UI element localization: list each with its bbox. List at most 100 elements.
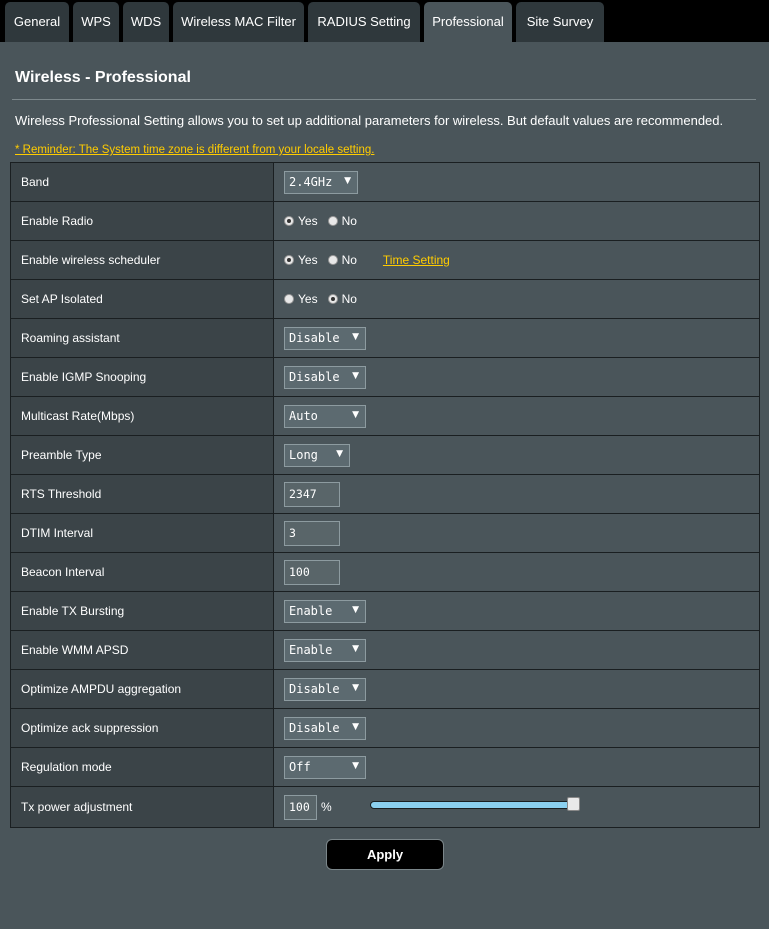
wmm-apsd-select[interactable]: Enable ▼ — [284, 638, 366, 662]
timezone-reminder-link[interactable]: * Reminder: The System time zone is diff… — [15, 144, 374, 156]
apply-button[interactable]: Apply — [326, 839, 444, 870]
beacon-label: Beacon Interval — [11, 553, 274, 591]
igmp-label: Enable IGMP Snooping — [11, 358, 274, 396]
dtim-interval-input[interactable]: 3 — [284, 520, 340, 546]
ap-isolated-label: Set AP Isolated — [11, 280, 274, 318]
radio-no-label: No — [341, 214, 357, 228]
ack-value: Disable — [289, 721, 340, 735]
rts-label: RTS Threshold — [11, 475, 274, 513]
multicast-value: Auto — [289, 409, 318, 423]
row-dtim: DTIM Interval 3 — [11, 514, 759, 553]
ampdu-label: Optimize AMPDU aggregation — [11, 670, 274, 708]
scheduler-no[interactable]: No — [327, 253, 357, 267]
beacon-interval-input[interactable]: 100 — [284, 559, 340, 585]
scheduler-yes[interactable]: Yes — [284, 253, 318, 267]
radio-yes-label: Yes — [298, 253, 318, 267]
preamble-select[interactable]: Long ▼ — [284, 443, 350, 467]
multicast-select[interactable]: Auto ▼ — [284, 404, 366, 428]
rts-threshold-input[interactable]: 2347 — [284, 481, 340, 507]
settings-panel: Wireless - Professional Wireless Profess… — [0, 42, 769, 929]
row-tx-power: Tx power adjustment 100 % — [11, 787, 759, 827]
igmp-select[interactable]: Disable ▼ — [284, 365, 366, 389]
radio-unchecked-icon — [284, 294, 294, 304]
row-tx-bursting: Enable TX Bursting Enable ▼ — [11, 592, 759, 631]
enable-radio-yes[interactable]: Yes — [284, 214, 318, 228]
row-regulation: Regulation mode Off ▼ — [11, 748, 759, 787]
chevron-down-icon: ▼ — [352, 604, 359, 615]
preamble-label: Preamble Type — [11, 436, 274, 474]
tab-wps[interactable]: WPS — [73, 2, 119, 42]
roaming-select[interactable]: Disable ▼ — [284, 326, 366, 350]
chevron-down-icon: ▼ — [352, 409, 359, 420]
time-setting-link[interactable]: Time Setting — [383, 253, 450, 267]
radio-checked-icon — [284, 255, 294, 265]
tx-bursting-value: Enable — [289, 604, 333, 618]
ack-select[interactable]: Disable ▼ — [284, 716, 366, 740]
roaming-value: Disable — [289, 331, 340, 345]
chevron-down-icon: ▼ — [344, 175, 351, 186]
row-beacon: Beacon Interval 100 — [11, 553, 759, 592]
tab-radius-setting[interactable]: RADIUS Setting — [308, 2, 420, 42]
row-rts: RTS Threshold 2347 — [11, 475, 759, 514]
radio-no-label: No — [341, 253, 357, 267]
chevron-down-icon: ▼ — [352, 331, 359, 342]
chevron-down-icon: ▼ — [336, 448, 343, 459]
row-ap-isolated: Set AP Isolated Yes No — [11, 280, 759, 319]
regulation-value: Off — [289, 760, 311, 774]
band-value: 2.4GHz — [289, 175, 333, 189]
row-ampdu: Optimize AMPDU aggregation Disable ▼ — [11, 670, 759, 709]
radio-yes-label: Yes — [298, 214, 318, 228]
scheduler-label: Enable wireless scheduler — [11, 241, 274, 279]
regulation-select[interactable]: Off ▼ — [284, 755, 366, 779]
roaming-label: Roaming assistant — [11, 319, 274, 357]
percent-unit: % — [321, 800, 332, 814]
ampdu-select[interactable]: Disable ▼ — [284, 677, 366, 701]
tab-general[interactable]: General — [5, 2, 69, 42]
radio-checked-icon — [327, 294, 338, 304]
tab-wds[interactable]: WDS — [123, 2, 169, 42]
ampdu-value: Disable — [289, 682, 340, 696]
radio-yes-label: Yes — [298, 292, 318, 306]
multicast-label: Multicast Rate(Mbps) — [11, 397, 274, 435]
slider-handle[interactable] — [567, 797, 580, 811]
tx-power-input[interactable]: 100 — [284, 794, 317, 820]
dtim-label: DTIM Interval — [11, 514, 274, 552]
chevron-down-icon: ▼ — [352, 682, 359, 693]
radio-checked-icon — [284, 216, 294, 226]
radio-unchecked-icon — [327, 255, 338, 265]
tab-wireless-mac-filter[interactable]: Wireless MAC Filter — [173, 2, 304, 42]
settings-table: Band 2.4GHz ▼ Enable Radio Yes No Enable … — [10, 162, 760, 828]
tx-power-slider[interactable] — [370, 797, 580, 811]
ack-label: Optimize ack suppression — [11, 709, 274, 747]
tab-site-survey[interactable]: Site Survey — [516, 2, 604, 42]
ap-isolated-no[interactable]: No — [327, 292, 357, 306]
wmm-apsd-value: Enable — [289, 643, 333, 657]
page-description: Wireless Professional Setting allows you… — [15, 113, 724, 128]
tab-professional[interactable]: Professional — [424, 2, 512, 42]
title-divider — [12, 99, 756, 100]
row-ack: Optimize ack suppression Disable ▼ — [11, 709, 759, 748]
row-roaming: Roaming assistant Disable ▼ — [11, 319, 759, 358]
tx-power-label: Tx power adjustment — [11, 787, 274, 827]
ap-isolated-yes[interactable]: Yes — [284, 292, 318, 306]
igmp-value: Disable — [289, 370, 340, 384]
tab-bar: General WPS WDS Wireless MAC Filter RADI… — [0, 0, 769, 42]
row-wmm-apsd: Enable WMM APSD Enable ▼ — [11, 631, 759, 670]
row-preamble: Preamble Type Long ▼ — [11, 436, 759, 475]
row-igmp: Enable IGMP Snooping Disable ▼ — [11, 358, 759, 397]
chevron-down-icon: ▼ — [352, 643, 359, 654]
page-title: Wireless - Professional — [15, 69, 191, 86]
radio-unchecked-icon — [327, 216, 338, 226]
row-band: Band 2.4GHz ▼ — [11, 163, 759, 202]
preamble-value: Long — [289, 448, 318, 462]
band-select[interactable]: 2.4GHz ▼ — [284, 170, 358, 194]
chevron-down-icon: ▼ — [352, 370, 359, 381]
chevron-down-icon: ▼ — [352, 721, 359, 732]
tx-bursting-label: Enable TX Bursting — [11, 592, 274, 630]
row-scheduler: Enable wireless scheduler Yes No Time Se… — [11, 241, 759, 280]
wmm-apsd-label: Enable WMM APSD — [11, 631, 274, 669]
enable-radio-label: Enable Radio — [11, 202, 274, 240]
tx-bursting-select[interactable]: Enable ▼ — [284, 599, 366, 623]
row-enable-radio: Enable Radio Yes No — [11, 202, 759, 241]
enable-radio-no[interactable]: No — [327, 214, 357, 228]
